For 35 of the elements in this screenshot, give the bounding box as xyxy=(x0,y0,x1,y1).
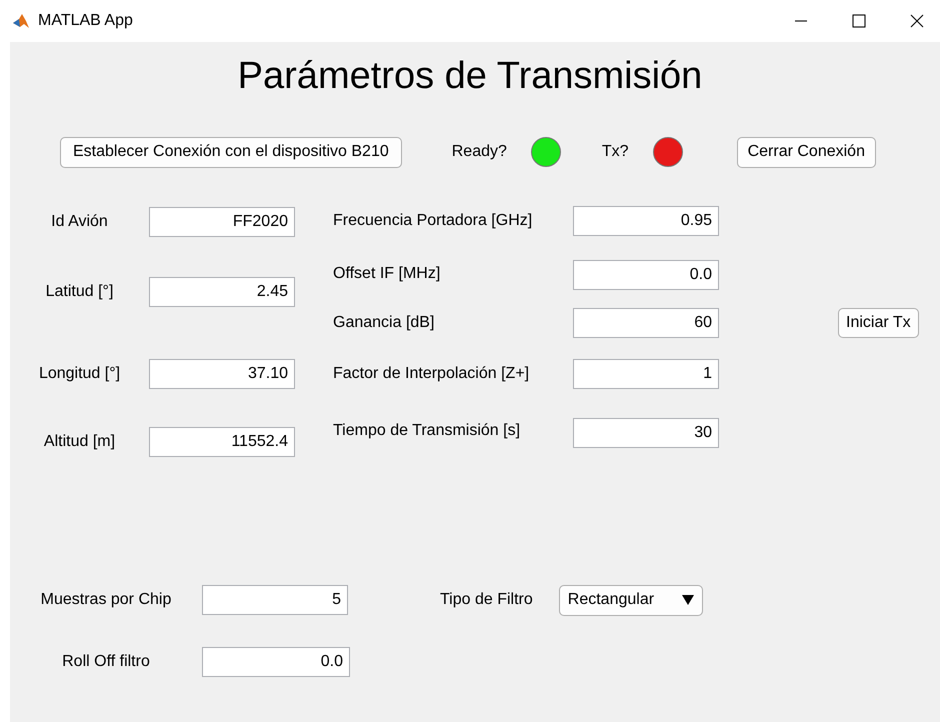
connect-button[interactable]: Establecer Conexión con el dispositivo B210 xyxy=(60,136,402,168)
input-field[interactable]: 0.95 xyxy=(573,206,719,236)
input-field[interactable]: 2.45 xyxy=(149,277,295,307)
close-connection-button[interactable]: Cerrar Conexión xyxy=(736,136,876,168)
input-field[interactable]: 60 xyxy=(573,308,719,338)
input-field[interactable]: 30 xyxy=(573,418,719,448)
app-logo-icon xyxy=(12,12,30,30)
field-label: Roll Off filtro xyxy=(61,653,151,671)
field-label: Tiempo de Transmisión [s] xyxy=(332,422,522,440)
indicator-label: Ready? xyxy=(452,143,507,161)
field-label: Frecuencia Portadora [GHz] xyxy=(332,212,534,230)
input-field[interactable]: 5 xyxy=(202,585,348,615)
field-label: Latitud [°] xyxy=(44,283,114,301)
field-label: Altitud [m] xyxy=(42,433,116,451)
field-label: Muestras por Chip xyxy=(40,591,172,609)
input-field[interactable]: 37.10 xyxy=(149,359,295,389)
field-label: Tipo de Filtro xyxy=(440,591,533,609)
page-heading: Parámetros de Transmisión xyxy=(238,54,702,98)
maximize-icon[interactable] xyxy=(852,14,866,28)
input-field[interactable]: 0.0 xyxy=(573,260,719,290)
input-field[interactable]: 1 xyxy=(573,359,719,389)
indicator-label: Tx? xyxy=(602,143,629,161)
input-field[interactable]: FF2020 xyxy=(149,207,295,237)
field-label: Ganancia [dB] xyxy=(332,314,436,332)
close-icon[interactable] xyxy=(910,14,924,28)
field-label: Offset IF [MHz] xyxy=(332,265,442,283)
field-label: Longitud [°] xyxy=(38,365,122,383)
window-title: MATLAB App xyxy=(38,12,134,30)
field-label: Factor de Interpolación [Z+] xyxy=(332,365,530,383)
input-field[interactable]: 0.0 xyxy=(202,647,350,677)
start-button[interactable]: Iniciar Tx xyxy=(838,308,919,338)
filter-dropdown[interactable]: Rectangular xyxy=(558,584,703,616)
field-label: Id Avión xyxy=(50,213,109,231)
input-field[interactable]: 11552.4 xyxy=(149,427,295,457)
dropdown-arrow-icon xyxy=(682,595,694,605)
